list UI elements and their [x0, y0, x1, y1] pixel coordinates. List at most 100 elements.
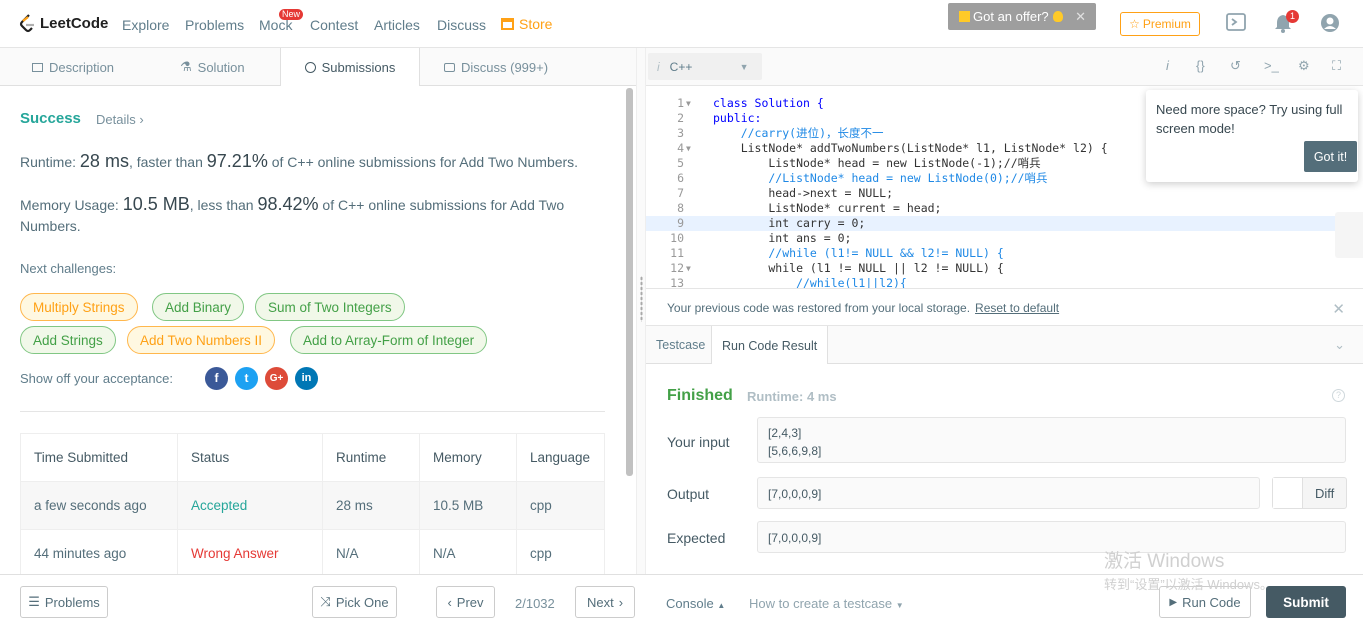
restore-notice: Your previous code was restored from you…	[646, 288, 1363, 326]
prev-button[interactable]: ‹ Prev	[436, 586, 495, 618]
nav-explore[interactable]: Explore	[122, 17, 169, 33]
cell-language: cpp	[516, 481, 605, 530]
code-line[interactable]: 13 //while(l1||l2){	[646, 276, 1363, 288]
line-number: 2	[677, 111, 684, 125]
reset-default-link[interactable]: Reset to default	[975, 301, 1059, 315]
code-line[interactable]: 10 int ans = 0;	[646, 231, 1363, 246]
code-text: public:	[713, 111, 762, 125]
diff-toggle[interactable]: Diff	[1272, 477, 1347, 509]
fold-toggle-icon[interactable]: ▼	[686, 96, 691, 111]
avatar-icon[interactable]	[1320, 13, 1340, 36]
cell-status[interactable]: Accepted	[177, 481, 323, 530]
challenge-chip[interactable]: Add Two Numbers II	[127, 326, 276, 354]
submit-button[interactable]: Submit	[1266, 586, 1346, 618]
howto-label: How to create a testcase	[749, 596, 893, 611]
got-it-button[interactable]: Got it!	[1304, 141, 1357, 172]
code-text: ListNode* addTwoNumbers(ListNode* l1, Li…	[713, 141, 1108, 155]
col-memory: Memory	[419, 433, 517, 482]
code-line[interactable]: 9 int carry = 0;	[646, 216, 1363, 231]
next-button[interactable]: Next ›	[575, 586, 635, 618]
nav-discuss[interactable]: Discuss	[437, 17, 486, 33]
description-icon	[32, 62, 43, 72]
nav-problems[interactable]: Problems	[185, 17, 244, 33]
chevron-down-icon[interactable]: ⌄	[1334, 337, 1345, 353]
close-icon[interactable]: ✕	[1075, 9, 1086, 25]
fullscreen-icon[interactable]: ⛶	[1332, 58, 1341, 74]
caret-up-icon: ▲	[717, 601, 726, 610]
line-number: 9	[677, 216, 684, 230]
challenge-chip[interactable]: Sum of Two Integers	[255, 293, 405, 321]
reset-icon[interactable]: ↺	[1230, 58, 1241, 74]
gift-icon	[959, 11, 970, 22]
runtime-suffix: of C++ online submissions for Add Two Nu…	[267, 154, 579, 170]
toggle-switch[interactable]	[1273, 478, 1303, 508]
line-number: 10	[670, 231, 684, 245]
help-icon[interactable]: ?	[1332, 389, 1345, 402]
col-status: Status	[177, 433, 323, 482]
share-label: Show off your acceptance:	[20, 371, 173, 386]
side-panel-toggle-icon[interactable]	[1335, 212, 1363, 258]
facebook-icon[interactable]: f	[205, 367, 228, 390]
fold-toggle-icon[interactable]: ▼	[686, 141, 691, 156]
code-line[interactable]: 7 head->next = NULL;	[646, 186, 1363, 201]
challenge-chip[interactable]: Add Binary	[152, 293, 245, 321]
twitter-icon[interactable]: t	[235, 367, 258, 390]
tab-run-code-result[interactable]: Run Code Result	[711, 326, 829, 365]
playground-icon[interactable]	[1226, 13, 1246, 34]
code-text: //carry(进位)，长度不一	[713, 126, 884, 140]
table-row[interactable]: a few seconds ago Accepted 28 ms 10.5 MB…	[20, 481, 605, 530]
console-button[interactable]: Console ▲	[666, 596, 725, 611]
leetcode-logo[interactable]: LeetCode	[19, 14, 108, 33]
nav-store[interactable]: Store	[501, 16, 552, 32]
language-select[interactable]: i C++ ▼	[648, 53, 762, 80]
code-line[interactable]: 8 ListNode* current = head;	[646, 201, 1363, 216]
pick-one-button[interactable]: ⤨ Pick One	[312, 586, 397, 618]
google-plus-icon[interactable]: G+	[265, 367, 288, 390]
panel-splitter[interactable]	[636, 48, 646, 574]
code-line[interactable]: 12 ▼ while (l1 != NULL || l2 != NULL) {	[646, 261, 1363, 276]
language-label: C++	[669, 59, 693, 74]
premium-button[interactable]: ☆ Premium	[1120, 12, 1200, 36]
offer-banner[interactable]: Got an offer? ✕	[948, 3, 1096, 30]
drag-handle-icon[interactable]	[640, 276, 643, 322]
expected-box: [7,0,0,0,9]	[757, 521, 1346, 553]
challenge-chip[interactable]: Add to Array-Form of Integer	[290, 326, 488, 354]
cell-status[interactable]: Wrong Answer	[177, 529, 323, 574]
settings-icon[interactable]: ⚙	[1298, 58, 1310, 74]
nav-contest[interactable]: Contest	[310, 17, 358, 33]
close-icon[interactable]: ✕	[1332, 300, 1345, 318]
challenge-chip[interactable]: Multiply Strings	[20, 293, 138, 321]
problem-tabs: Description ⚗ Solution Submissions Discu…	[0, 48, 636, 87]
tab-discuss[interactable]: Discuss (999+)	[444, 48, 548, 86]
page-counter: 2/1032	[515, 596, 555, 611]
tab-solution[interactable]: ⚗ Solution	[180, 48, 245, 86]
offer-label: Got an offer?	[973, 9, 1049, 24]
tab-testcase[interactable]: Testcase	[646, 326, 715, 364]
scrollbar[interactable]	[626, 88, 633, 476]
nav-articles[interactable]: Articles	[374, 17, 420, 33]
code-line[interactable]: 11 //while (l1!= NULL && l2!= NULL) {	[646, 246, 1363, 261]
memory-prefix: Memory Usage:	[20, 197, 123, 213]
tab-solution-label: Solution	[197, 59, 245, 75]
linkedin-icon[interactable]: in	[295, 367, 318, 390]
braces-icon[interactable]: {}	[1196, 58, 1205, 73]
submission-result-panel: Success Details › Runtime: 28 ms, faster…	[0, 86, 636, 574]
details-link[interactable]: Details ›	[96, 112, 144, 127]
problems-button[interactable]: ☰ Problems	[20, 586, 108, 618]
windows-activation-hint: 转到“设置”以激活 Windows。	[1104, 577, 1274, 592]
comment-icon	[444, 62, 455, 72]
terminal-icon[interactable]: >_	[1264, 58, 1279, 73]
challenge-chip[interactable]: Add Strings	[20, 326, 116, 354]
fold-toggle-icon[interactable]: ▼	[686, 261, 691, 276]
howto-testcase-link[interactable]: How to create a testcase ▼	[749, 596, 904, 611]
col-runtime: Runtime	[322, 433, 420, 482]
tab-submissions[interactable]: Submissions	[280, 48, 420, 87]
info-icon[interactable]: i	[1166, 58, 1169, 73]
cell-memory: N/A	[419, 529, 517, 574]
table-row[interactable]: 44 minutes ago Wrong Answer N/A N/A cpp	[20, 529, 605, 574]
clock-icon	[304, 62, 316, 73]
input-line: [5,6,6,9,8]	[768, 444, 822, 458]
tab-description[interactable]: Description	[32, 48, 114, 86]
notification-badge: 1	[1286, 10, 1299, 23]
line-number: 13	[670, 276, 684, 288]
